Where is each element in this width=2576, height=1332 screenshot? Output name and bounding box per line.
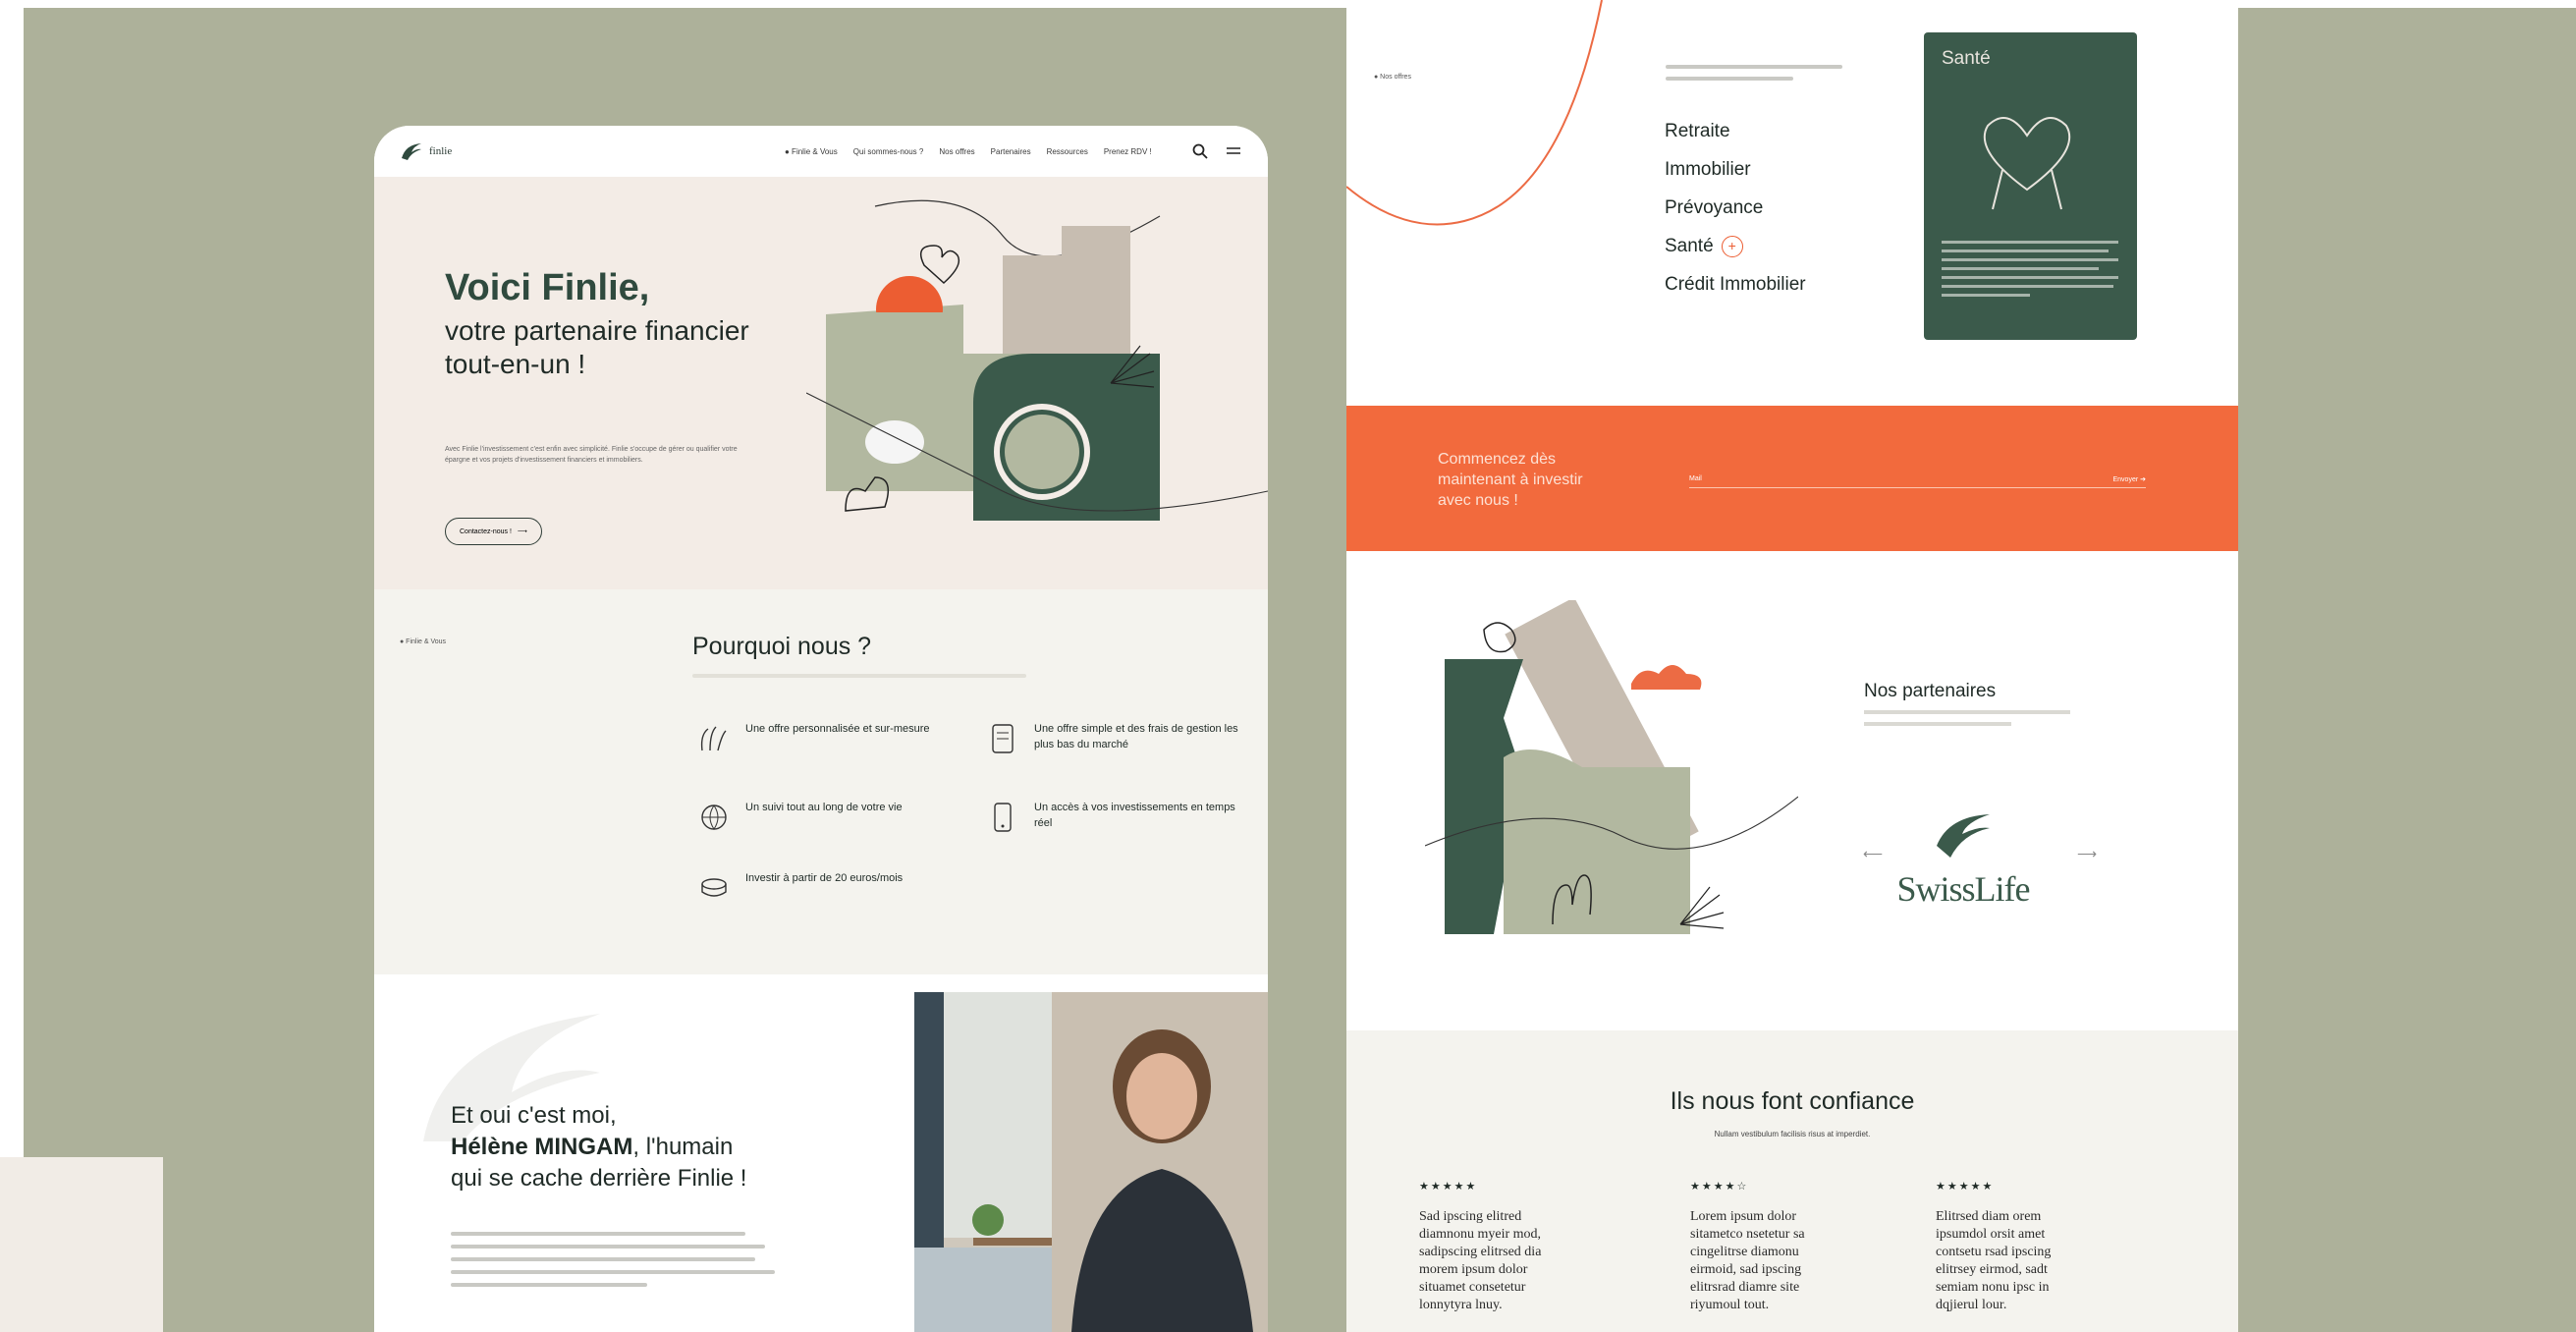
menu-icon[interactable] xyxy=(1225,142,1242,160)
logo-text: finlie xyxy=(429,145,453,157)
menu-item-prenez-rdv[interactable]: Prenez RDV ! xyxy=(1104,147,1152,156)
offers-list: Retraite Immobilier Prévoyance Santé + Cr… xyxy=(1665,112,1806,304)
testimonials-title: Ils nous font confiance xyxy=(1670,1087,1915,1115)
search-icon[interactable] xyxy=(1191,142,1209,160)
arrow-right-icon[interactable]: ⟶ xyxy=(2077,846,2097,862)
plus-icon[interactable]: + xyxy=(1721,235,1743,257)
partners-section: Nos partenaires ⟵ SwissLife ⟶ xyxy=(1346,551,2238,1030)
phone-icon xyxy=(994,803,1012,832)
partners-illustration xyxy=(1425,600,1798,934)
newsletter-cta-section: Commencez dès maintenant à investir avec… xyxy=(1346,406,2238,551)
menu-item-ressources[interactable]: Ressources xyxy=(1047,147,1088,156)
feature-text: Un accès à vos investissements en temps … xyxy=(1034,802,1235,829)
arrow-right-icon: ⟶ xyxy=(517,528,527,535)
offers-section: ● Nos offres Retraite Immobilier Prévoya… xyxy=(1346,0,2238,406)
about-body xyxy=(451,1232,775,1296)
corner-card xyxy=(0,1157,163,1332)
testimonials-section: Ils nous font confiance Nullam vestibulu… xyxy=(1346,1030,2238,1332)
offer-item-credit-immobilier[interactable]: Crédit Immobilier xyxy=(1665,265,1806,304)
email-input[interactable]: Mail Envoyer ➔ xyxy=(1689,475,2146,488)
section-tag: ● Nos offres xyxy=(1374,74,1411,81)
menu-item-nos-offres[interactable]: Nos offres xyxy=(939,147,974,156)
homepage-mockup: finlie ● Finlie & Vous Qui sommes-nous ?… xyxy=(374,126,1268,1332)
why-title: Pourquoi nous ? xyxy=(692,633,872,660)
feature-text: Investir à partir de 20 euros/mois xyxy=(745,872,904,884)
about-line-3: qui se cache derrière Finlie ! xyxy=(451,1165,747,1192)
hero-illustration xyxy=(806,199,1268,521)
inner-page-mockup: ● Nos offres Retraite Immobilier Prévoya… xyxy=(1346,0,2238,1332)
why-subtitle-line xyxy=(692,674,1026,678)
star-rating: ★★★★★ xyxy=(1419,1181,1478,1193)
about-section: Et oui c'est moi, Hélène MINGAM, l'humai… xyxy=(374,974,1268,1332)
offer-item-immobilier[interactable]: Immobilier xyxy=(1665,150,1806,189)
feature-item: Un accès à vos investissements en temps … xyxy=(985,800,1240,835)
cta-text: Commencez dès maintenant à investir avec… xyxy=(1438,451,1583,509)
why-us-section: ● Finlie & Vous Pourquoi nous ? Une offr… xyxy=(374,589,1268,974)
card-body xyxy=(1942,241,2118,303)
menu-item-partenaires[interactable]: Partenaires xyxy=(991,147,1031,156)
logo[interactable]: finlie xyxy=(400,140,675,162)
hero-section: Voici Finlie, votre partenaire financier… xyxy=(374,177,1268,589)
tablet-icon xyxy=(992,724,1014,753)
menu-item-qui-sommes-nous[interactable]: Qui sommes-nous ? xyxy=(853,147,924,156)
star-rating: ★★★★★ xyxy=(1936,1181,1995,1193)
offer-item-prevoyance[interactable]: Prévoyance xyxy=(1665,189,1806,227)
feature-item: Investir à partir de 20 euros/mois xyxy=(696,870,952,906)
review-text: Sad ipscing elitred diamnonu myeir mod, … xyxy=(1419,1209,1542,1312)
feature-item: Un suivi tout au long de votre vie xyxy=(696,800,952,835)
hero-title: Voici Finlie, xyxy=(445,267,650,308)
founder-photo-image xyxy=(914,992,1268,1332)
partners-description xyxy=(1864,710,2070,734)
offer-detail-card[interactable]: Santé xyxy=(1924,32,2137,340)
section-tag: ● Finlie & Vous xyxy=(400,638,447,645)
offer-item-retraite[interactable]: Retraite xyxy=(1665,112,1806,150)
top-navigation: finlie ● Finlie & Vous Qui sommes-nous ?… xyxy=(374,126,1268,177)
feature-item: Une offre personnalisée et sur-mesure xyxy=(696,721,952,756)
main-menu: ● Finlie & Vous Qui sommes-nous ? Nos of… xyxy=(785,147,1152,156)
review-text: Lorem ipsum dolor sitametco nsetetur sa … xyxy=(1690,1209,1805,1312)
about-line-2: Hélène MINGAM, l'humain xyxy=(451,1134,734,1160)
contact-button-label: Contactez-nous ! xyxy=(460,527,512,535)
decorative-line xyxy=(1346,0,1603,226)
arrow-left-icon[interactable]: ⟵ xyxy=(1863,846,1883,862)
hero-subtitle: votre partenaire financier tout-en-un ! xyxy=(445,315,749,379)
feature-item: Une offre simple et des frais de gestion… xyxy=(985,721,1240,756)
review-text: Elitrsed diam orem ipsumdol orsit amet c… xyxy=(1936,1209,2052,1312)
email-placeholder: Mail xyxy=(1689,475,1702,482)
feature-text: Une offre simple et des frais de gestion… xyxy=(1034,723,1238,750)
hands-icon xyxy=(700,726,727,751)
menu-item-finlie-vous[interactable]: ● Finlie & Vous xyxy=(785,147,838,156)
offer-item-sante[interactable]: Santé + xyxy=(1665,227,1806,265)
card-title: Santé xyxy=(1942,48,1991,69)
star-rating: ★★★★☆ xyxy=(1690,1181,1749,1193)
partner-name: SwissLife xyxy=(1896,869,2031,909)
feature-text: Une offre personnalisée et sur-mesure xyxy=(745,723,930,735)
finlie-logo-icon xyxy=(402,143,421,160)
heart-icon xyxy=(1983,117,2071,210)
review-card: ★★★★☆ Lorem ipsum dolor sitametco nsetet… xyxy=(1690,1180,1847,1314)
about-line-1: Et oui c'est moi, xyxy=(451,1102,617,1129)
swisslife-mark-icon xyxy=(1937,814,1990,858)
globe-icon xyxy=(701,805,727,830)
testimonials-subtitle: Nullam vestibulum facilisis risus at imp… xyxy=(1714,1130,1871,1138)
founder-photo xyxy=(914,992,1268,1332)
coins-icon xyxy=(701,878,727,897)
swisslife-logo[interactable]: SwissLife xyxy=(1885,808,2042,910)
submit-button[interactable]: Envoyer ➔ xyxy=(2113,475,2147,483)
contact-button[interactable]: Contactez-nous ! ⟶ xyxy=(445,518,542,545)
offers-intro xyxy=(1666,65,1852,88)
partners-title: Nos partenaires xyxy=(1864,681,1997,701)
review-card: ★★★★★ Sad ipscing elitred diamnonu myeir… xyxy=(1419,1180,1576,1314)
hero-body: Avec Finlie l'investissement c'est enfin… xyxy=(445,446,738,464)
review-card: ★★★★★ Elitrsed diam orem ipsumdol orsit … xyxy=(1936,1180,2093,1314)
founder-name: Hélène MINGAM xyxy=(451,1134,633,1160)
feature-text: Un suivi tout au long de votre vie xyxy=(745,802,903,813)
